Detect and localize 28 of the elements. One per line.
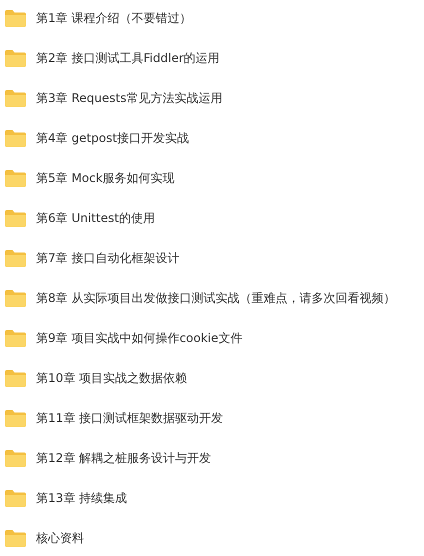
folder-icon (5, 330, 26, 346)
folder-icon (5, 130, 26, 146)
folder-icon (5, 290, 26, 306)
folder-icon (5, 50, 26, 66)
folder-name[interactable]: 第13章 持续集成 (36, 490, 128, 506)
folder-icon (5, 90, 26, 106)
folder-icon (5, 370, 26, 386)
folder-name[interactable]: 第8章 从实际项目出发做接口测试实战（重难点，请多次回看视频） (36, 290, 396, 306)
folder-name[interactable]: 第1章 课程介绍（不要错过） (36, 10, 192, 26)
folder-icon (5, 170, 26, 186)
folder-name[interactable]: 第4章 getpost接口开发实战 (36, 130, 190, 146)
folder-name[interactable]: 第11章 接口测试框架数据驱动开发 (36, 410, 224, 426)
folder-name[interactable]: 第6章 Unittest的使用 (36, 210, 155, 226)
folder-name[interactable]: 第9章 项目实战中如何操作cookie文件 (36, 330, 242, 346)
folder-name[interactable]: 第2章 接口测试工具Fiddler的运用 (36, 50, 220, 66)
folder-icon (5, 530, 26, 546)
folder-icon (5, 210, 26, 226)
folder-name[interactable]: 第3章 Requests常见方法实战运用 (36, 90, 222, 106)
folder-icon (5, 410, 26, 426)
folder-name[interactable]: 第10章 项目实战之数据依赖 (36, 370, 188, 386)
folder-name[interactable]: 核心资料 (36, 530, 84, 546)
folder-icon (5, 10, 26, 26)
folder-name[interactable]: 第12章 解耦之桩服务设计与开发 (36, 450, 212, 466)
folder-icon (5, 450, 26, 466)
folder-icon (5, 490, 26, 506)
folder-name[interactable]: 第5章 Mock服务如何实现 (36, 170, 175, 186)
folder-name[interactable]: 第7章 接口自动化框架设计 (36, 250, 180, 266)
folder-icon (5, 250, 26, 266)
